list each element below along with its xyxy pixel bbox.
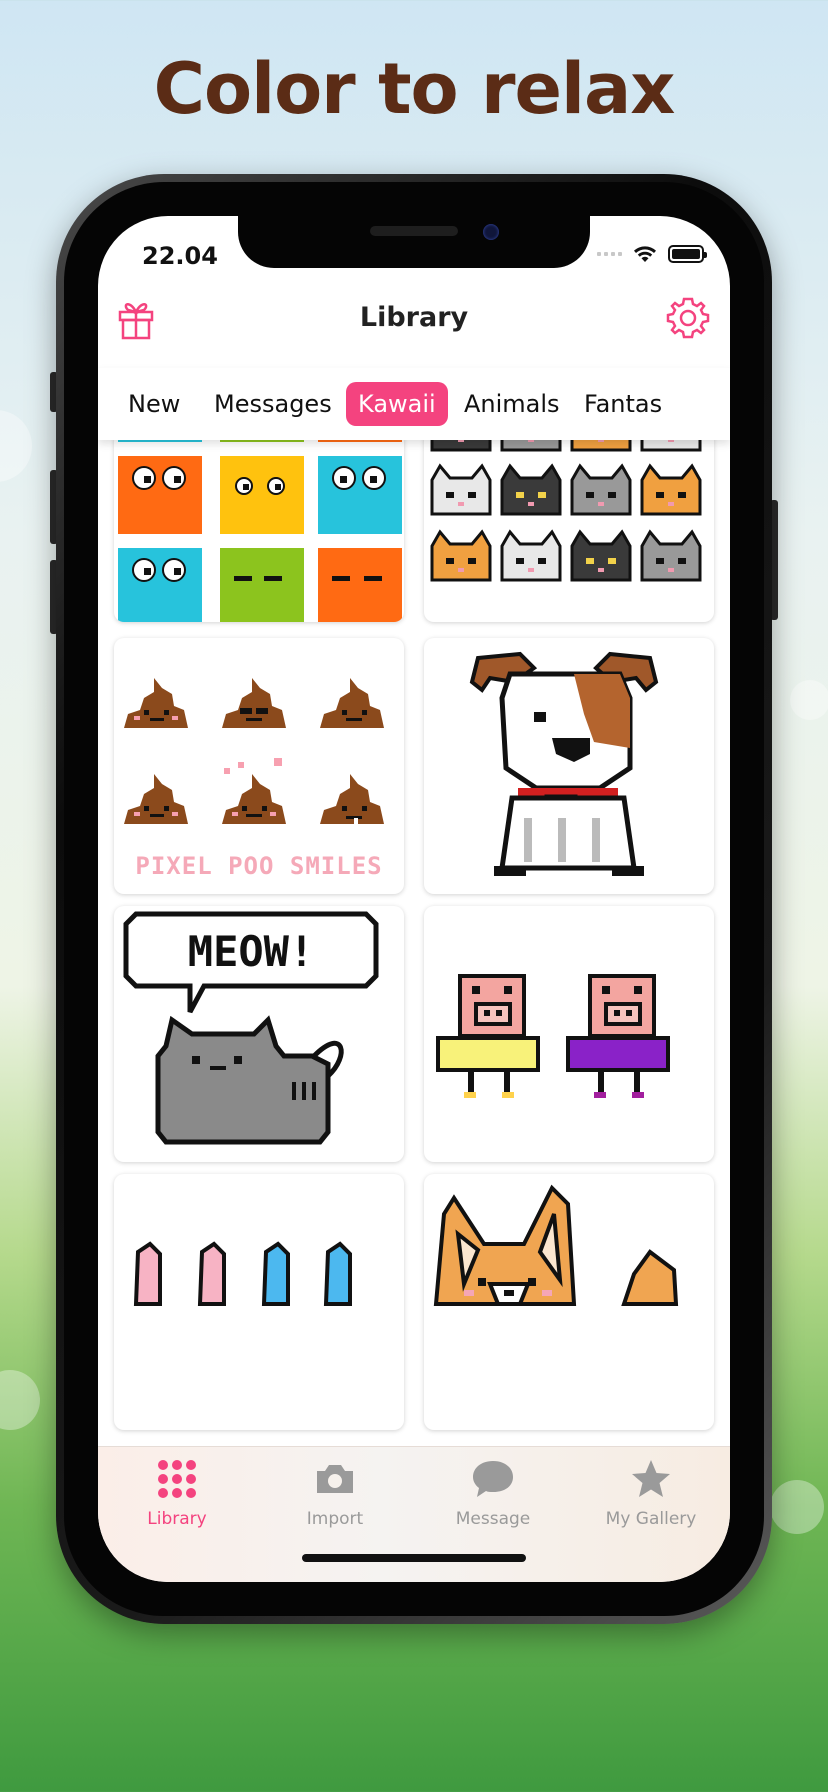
artwork-card-cats[interactable] [424,432,714,622]
pixel-pigs-image [436,974,670,1098]
artwork-card-dog[interactable] [424,638,714,894]
pixel-cat [430,463,492,516]
pixel-cat [430,529,492,582]
artwork-card-corgi[interactable] [424,1174,714,1430]
phone-speaker [370,226,458,236]
pixel-cat [640,463,702,516]
artwork-card-poo[interactable]: PIXEL POO SMILES [114,638,404,894]
artwork-card-pigs[interactable] [424,906,714,1162]
status-time: 22.04 [142,242,218,270]
nav-bar: Library [98,286,730,352]
tab-fantasy[interactable]: Fantas [584,382,662,426]
pixel-poo-image: PIXEL POO SMILES [124,678,384,880]
pixel-bunnies-image [133,1241,352,1306]
pixel-corgi-image [433,1184,679,1306]
pixel-cat [570,529,632,582]
pixel-cat [570,463,632,516]
phone-notch [238,216,590,268]
tabbar-my-gallery-label: My Gallery [605,1509,697,1529]
battery-icon [668,245,707,263]
bokeh-dot [790,680,828,720]
tabbar-message-label: Message [455,1509,531,1529]
pixel-dog-image [469,651,659,876]
tabbar-library-label: Library [147,1509,207,1529]
cellular-signal-icon [597,252,622,256]
tab-new[interactable]: New [128,382,180,426]
bokeh-dot [770,1480,824,1534]
pixel-cat [500,463,562,516]
speech-bubble-icon [473,1461,513,1497]
camera-icon [317,1465,353,1493]
tab-animals[interactable]: Animals [464,382,560,426]
home-indicator[interactable] [302,1554,526,1562]
pixel-meow-image: MEOW! [123,911,379,1145]
artwork-card-blocks[interactable] [114,432,404,622]
status-icons [597,244,707,264]
pixel-cat [640,529,702,582]
tab-kawaii[interactable]: Kawaii [346,382,448,426]
pixel-blocks-image [118,432,402,622]
front-camera [483,224,499,240]
headline: Color to relax [153,48,676,130]
page-title: Library [359,302,469,333]
bokeh-dot [0,410,32,482]
poo-caption: PIXEL POO SMILES [135,852,382,880]
wifi-icon [634,246,656,262]
star-icon [632,1460,670,1497]
tabbar-library[interactable]: Library [98,1457,256,1529]
tabbar-my-gallery[interactable]: My Gallery [572,1457,730,1529]
artwork-card-bunnies[interactable] [114,1174,404,1430]
tabbar-import[interactable]: Import [256,1457,414,1529]
category-tabs: New Messages Kawaii Animals Fantas [98,368,730,440]
artwork-card-meow[interactable]: MEOW! [114,906,404,1162]
artwork-grid: PIXEL POO SMILES MEOW! [98,432,730,1492]
pixel-cats-image [430,432,702,582]
meow-caption: MEOW! [188,927,314,976]
grid-dots-icon [158,1460,196,1498]
gear-icon[interactable] [666,296,710,340]
app-screen: 22.04 Library New Messages Kawaii Animal… [98,216,730,1582]
tab-messages[interactable]: Messages [214,382,332,426]
tabbar-import-label: Import [306,1509,364,1529]
bokeh-dot [0,1370,40,1430]
pixel-cat [500,529,562,582]
tabbar-message[interactable]: Message [414,1457,572,1529]
